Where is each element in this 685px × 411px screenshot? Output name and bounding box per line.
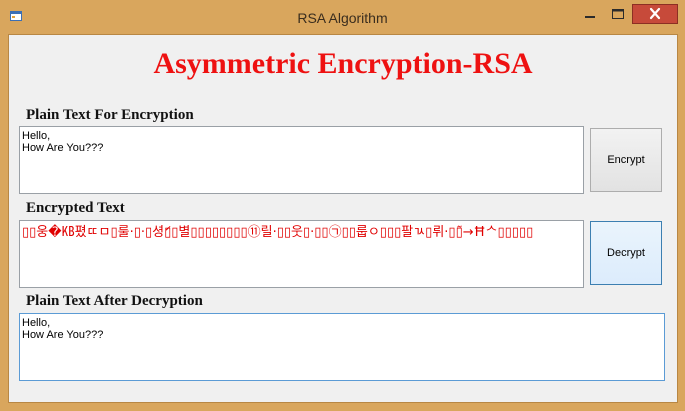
encrypted-text-label: Encrypted Text [26, 200, 125, 216]
title-bar[interactable]: RSA Algorithm [0, 0, 685, 34]
window-bottom-border [0, 403, 685, 411]
minimize-icon [585, 16, 595, 18]
minimize-button[interactable] [576, 4, 604, 24]
decrypted-text-label: Plain Text After Decryption [26, 293, 203, 309]
decrypted-text-box[interactable]: Hello, How Are You??? [19, 313, 665, 381]
page-title: Asymmetric Encryption-RSA [153, 47, 533, 80]
maximize-icon [612, 9, 624, 19]
encrypt-button[interactable]: Encrypt [590, 128, 662, 192]
maximize-button[interactable] [604, 4, 632, 24]
plain-text-label: Plain Text For Encryption [26, 107, 194, 123]
decrypt-button[interactable]: Decrypt [590, 221, 662, 285]
close-button[interactable] [632, 4, 678, 24]
encrypted-text-box[interactable]: ▯▯웅�㎅폈ㄸㅁ▯룰·▯·▯셩́▯▯별▯▯▯▯▯▯▯▯⑪릴·▯▯웃▯·▯▯㉠▯▯… [19, 220, 584, 288]
form-client-area: Asymmetric Encryption-RSA Plain Text For… [8, 34, 678, 403]
close-icon [649, 7, 661, 20]
plain-text-input[interactable]: Hello, How Are You??? [19, 126, 584, 194]
